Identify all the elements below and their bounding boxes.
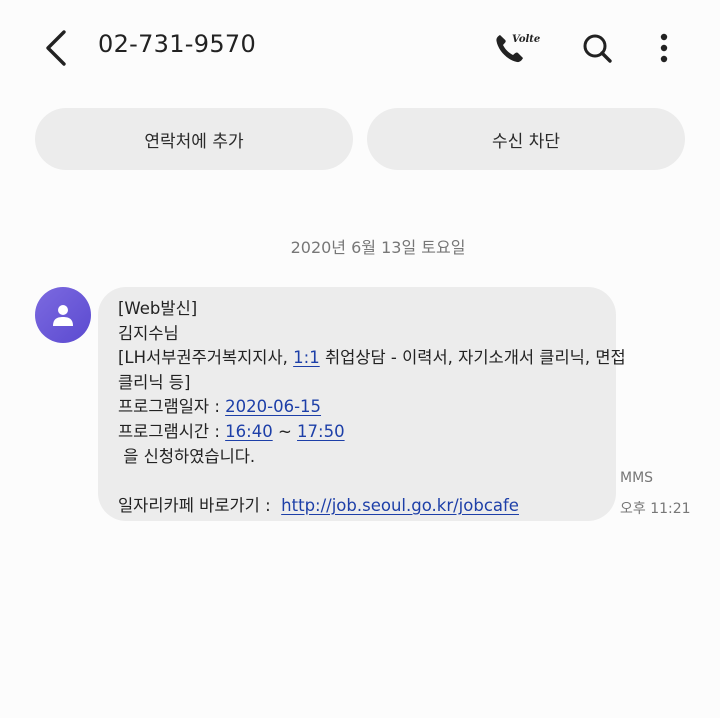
message-text: 일자리카페 바로가기 : — [118, 495, 282, 515]
start-time-link[interactable]: 16:40 — [225, 422, 273, 441]
person-icon — [53, 305, 73, 326]
end-time-link[interactable]: 17:50 — [297, 422, 345, 441]
add-contact-button[interactable]: 연락처에 추가 — [35, 108, 353, 170]
app-header: 02-731-9570 Volte — [0, 0, 720, 96]
message-line: [LH서부권주거복지지사, 1:1 취업상담 - 이력서, 자기소개서 클리닉,… — [118, 346, 626, 371]
message-text: 취업상담 - 이력서, 자기소개서 클리닉, 면접 — [319, 348, 626, 368]
message-line: 클리닉 등] — [118, 372, 191, 392]
message-text: [LH서부권주거복지지사, — [118, 348, 294, 368]
message-line: 프로그램시간 : 16:40 ~ 17:50 — [118, 420, 596, 445]
back-arrow-icon — [46, 30, 66, 66]
more-options-button[interactable] — [642, 24, 686, 72]
more-vertical-icon — [660, 33, 668, 63]
search-button[interactable] — [575, 24, 619, 72]
block-number-button[interactable]: 수신 차단 — [367, 108, 685, 170]
detected-time-link[interactable]: 1:1 — [293, 348, 320, 367]
volte-badge: Volte — [512, 34, 541, 45]
back-button[interactable] — [38, 26, 78, 70]
call-button[interactable] — [488, 24, 532, 72]
message-timestamp: 오후 11:21 — [620, 501, 691, 517]
message-line: 김지수님 — [118, 323, 179, 343]
jobcafe-url-link[interactable]: http://job.seoul.go.kr/jobcafe — [281, 496, 519, 515]
message-bubble[interactable]: [Web발신] 김지수님 [LH서부권주거복지지사, 1:1 취업상담 - 이력… — [98, 287, 626, 521]
message-type-label: MMS — [620, 470, 654, 486]
avatar[interactable] — [35, 287, 91, 343]
action-buttons: 연락처에 추가 수신 차단 — [35, 108, 685, 172]
message-text: ~ — [272, 421, 298, 441]
search-icon — [583, 34, 612, 63]
message-line: 일자리카페 바로가기 : http://job.seoul.go.kr/jobc… — [118, 494, 596, 519]
date-separator: 2020년 6월 13일 토요일 — [290, 238, 466, 257]
phone-number-title: 02-731-9570 — [98, 30, 257, 58]
program-date-link[interactable]: 2020-06-15 — [225, 397, 321, 416]
message-text: 프로그램시간 : — [118, 421, 226, 441]
message-line: 을 신청하였습니다. — [118, 446, 256, 466]
message-line: 프로그램일자 : 2020-06-15 — [118, 395, 596, 420]
message-line: [Web발신] — [118, 299, 198, 318]
message-text: 프로그램일자 : — [118, 397, 226, 417]
